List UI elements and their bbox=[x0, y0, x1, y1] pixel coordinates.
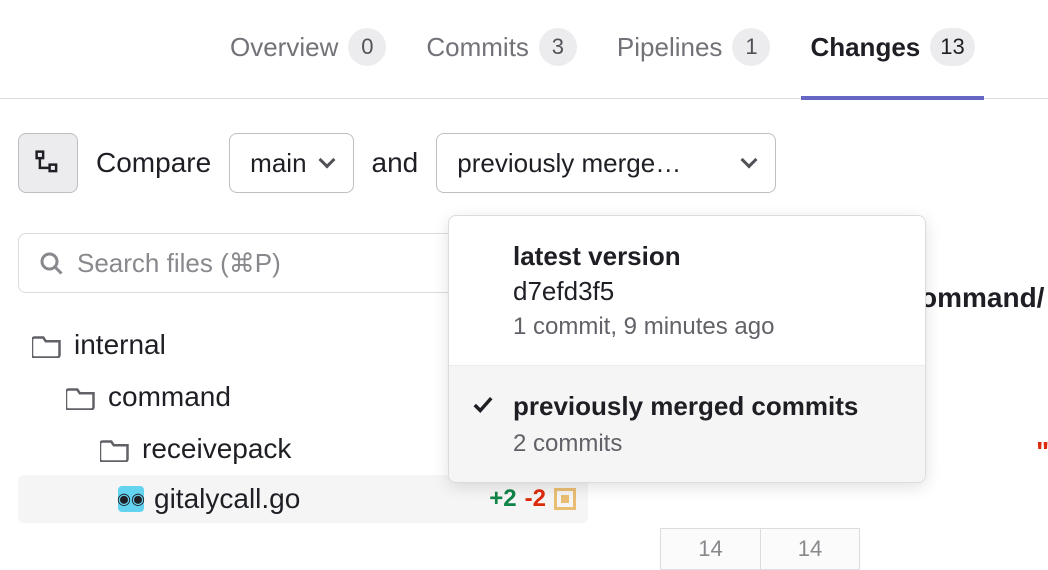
tab-commits[interactable]: Commits 3 bbox=[426, 28, 577, 70]
tab-overview[interactable]: Overview 0 bbox=[230, 28, 386, 70]
check-column bbox=[469, 240, 497, 244]
tab-count-badge: 13 bbox=[930, 28, 974, 66]
search-placeholder: Search files (⌘P) bbox=[77, 248, 281, 279]
version-dropdown-panel: latest version d7efd3f5 1 commit, 9 minu… bbox=[448, 215, 926, 483]
target-version-dropdown[interactable]: previously merge… bbox=[436, 133, 776, 193]
tab-count-badge: 0 bbox=[348, 28, 386, 66]
tab-label: Overview bbox=[230, 32, 338, 63]
option-title: latest version bbox=[513, 240, 774, 274]
tab-label: Pipelines bbox=[617, 32, 723, 63]
folder-name: command bbox=[108, 381, 231, 413]
folder-icon bbox=[66, 384, 96, 410]
and-label: and bbox=[372, 147, 419, 179]
base-branch-value: main bbox=[250, 148, 306, 179]
option-meta: 1 commit, 9 minutes ago bbox=[513, 313, 774, 341]
chevron-down-icon bbox=[741, 152, 758, 169]
go-file-icon: ◉◉ bbox=[118, 486, 144, 512]
folder-icon bbox=[100, 436, 130, 462]
file-name: gitalycall.go bbox=[154, 483, 300, 515]
additions: +2 bbox=[489, 485, 516, 513]
compare-label: Compare bbox=[96, 147, 211, 179]
option-meta: 2 commits bbox=[513, 430, 858, 458]
tab-count-badge: 1 bbox=[732, 28, 770, 66]
tabs-bar: Overview 0 Commits 3 Pipelines 1 Changes… bbox=[0, 0, 1048, 99]
file-tree-toggle-button[interactable] bbox=[18, 133, 78, 193]
option-title: previously merged commits bbox=[513, 390, 858, 424]
tab-changes[interactable]: Changes 13 bbox=[810, 28, 974, 70]
folder-name: internal bbox=[74, 329, 166, 361]
chevron-down-icon bbox=[318, 152, 335, 169]
check-icon bbox=[472, 394, 494, 416]
base-branch-dropdown[interactable]: main bbox=[229, 133, 353, 193]
version-option-previous[interactable]: previously merged commits 2 commits bbox=[449, 366, 925, 482]
file-tree-icon bbox=[35, 150, 61, 176]
deletions: -2 bbox=[525, 485, 546, 513]
compare-bar: Compare main and previously merge… bbox=[0, 99, 1048, 193]
option-hash: d7efd3f5 bbox=[513, 276, 774, 307]
tab-label: Commits bbox=[426, 32, 529, 63]
tab-count-badge: 3 bbox=[539, 28, 577, 66]
version-option-latest[interactable]: latest version d7efd3f5 1 commit, 9 minu… bbox=[449, 216, 925, 366]
tab-pipelines[interactable]: Pipelines 1 bbox=[617, 28, 771, 70]
folder-name: receivepack bbox=[142, 433, 291, 465]
target-version-value: previously merge… bbox=[457, 148, 681, 179]
file-diff-stats: +2 -2 bbox=[489, 485, 576, 513]
search-icon bbox=[39, 251, 63, 275]
tab-label: Changes bbox=[810, 32, 920, 63]
crumb-part: ommand/ bbox=[920, 282, 1044, 314]
diff-modified-icon bbox=[554, 488, 576, 510]
file-path-crumb: ommand/ bbox=[920, 268, 1044, 328]
folder-icon bbox=[32, 332, 62, 358]
diff-deleted-char: " bbox=[1036, 436, 1048, 468]
check-column bbox=[469, 390, 497, 416]
